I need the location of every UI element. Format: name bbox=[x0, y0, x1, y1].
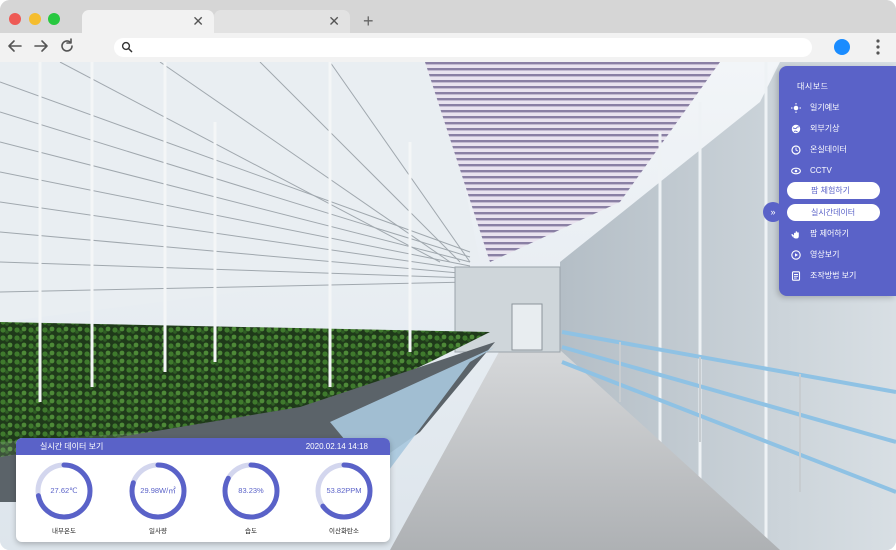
menu-item-label: 팜 제어하기 bbox=[810, 229, 850, 238]
gauge-value: 53.82PPM bbox=[326, 486, 362, 495]
profile-icon[interactable] bbox=[834, 39, 850, 55]
gauge-label: 일사량 bbox=[149, 528, 167, 535]
gauge-label: 내부온도 bbox=[52, 528, 76, 535]
menu-item-label: 조작방법 보기 bbox=[810, 271, 857, 280]
clock-icon bbox=[791, 145, 801, 155]
pill-label: 팜 체험하기 bbox=[811, 186, 851, 195]
menu-item-video[interactable]: 영상보기 bbox=[791, 247, 887, 263]
address-input[interactable] bbox=[138, 38, 802, 59]
maximize-window-button[interactable] bbox=[48, 13, 60, 25]
minimize-window-button[interactable] bbox=[29, 13, 41, 25]
gauge-label: 습도 bbox=[245, 528, 257, 535]
panel-timestamp: 2020.02.14 14:18 bbox=[305, 442, 368, 451]
farm-experience-button[interactable]: 팜 체험하기 bbox=[787, 182, 880, 199]
play-icon bbox=[791, 250, 801, 260]
menu-item-controls-guide[interactable]: 조작방법 보기 bbox=[791, 268, 887, 284]
menu-item-label: 외부기상 bbox=[810, 124, 840, 133]
pill-label: 실시간데이터 bbox=[811, 208, 856, 217]
address-bar[interactable] bbox=[114, 38, 812, 59]
menu-item-farm-control[interactable]: 팜 제어하기 bbox=[791, 226, 887, 242]
tab-close-icon[interactable]: ✕ bbox=[192, 13, 204, 29]
page-viewport: 대시보드 일기예보 외부기상 온실데이터 CCTV 팜 체험하기 실시간데이터 … bbox=[0, 62, 896, 550]
gauge-internal-temperature: 27.62℃ bbox=[34, 461, 94, 521]
browser-tab-1[interactable]: ✕ bbox=[82, 10, 214, 33]
back-arrow-icon[interactable] bbox=[6, 37, 26, 57]
menu-item-cctv[interactable]: CCTV bbox=[791, 163, 887, 179]
menu-item-weather-forecast[interactable]: 일기예보 bbox=[791, 100, 887, 116]
gauge-solar-radiation: 29.98W/㎡ bbox=[128, 461, 188, 521]
reload-icon[interactable] bbox=[58, 37, 78, 57]
gauge-value: 27.62℃ bbox=[50, 486, 78, 495]
menu-item-label: CCTV bbox=[810, 166, 832, 175]
hand-icon bbox=[791, 231, 799, 239]
forward-arrow-icon[interactable] bbox=[32, 37, 52, 57]
panel-header: 실시간 데이터 보기 2020.02.14 14:18 bbox=[16, 438, 390, 455]
dashboard-title: 대시보드 bbox=[797, 82, 829, 91]
browser-tab-2[interactable]: ✕ bbox=[214, 10, 350, 33]
panel-title: 실시간 데이터 보기 bbox=[40, 442, 104, 451]
new-tab-button[interactable]: + bbox=[363, 11, 374, 31]
realtime-data-button[interactable]: 실시간데이터 bbox=[787, 204, 880, 221]
sun-icon bbox=[791, 103, 801, 113]
tab-strip: ✕ ✕ + bbox=[0, 0, 896, 33]
dashboard-menu: 대시보드 일기예보 외부기상 온실데이터 CCTV 팜 체험하기 실시간데이터 … bbox=[779, 66, 896, 296]
close-window-button[interactable] bbox=[9, 13, 21, 25]
realtime-data-panel: 실시간 데이터 보기 2020.02.14 14:18 27.62℃ 내부온도 … bbox=[16, 438, 390, 542]
menu-collapse-button[interactable]: » bbox=[763, 202, 783, 222]
gauge-humidity: 83.23% bbox=[221, 461, 281, 521]
browser-window: ✕ ✕ + 대시보드 일기예보 외부기상 온실데이터 CCTV 팜 체험하기 실… bbox=[0, 0, 896, 550]
gauge-co2: 53.82PPM bbox=[314, 461, 374, 521]
menu-item-label: 온실데이터 bbox=[810, 145, 847, 154]
menu-item-greenhouse-data[interactable]: 온실데이터 bbox=[791, 142, 887, 158]
browser-toolbar bbox=[0, 33, 896, 63]
menu-item-label: 영상보기 bbox=[810, 250, 840, 259]
globe-icon bbox=[791, 124, 801, 134]
gauge-value: 29.98W/㎡ bbox=[140, 486, 176, 495]
kebab-menu-icon[interactable] bbox=[873, 38, 883, 56]
tab-close-icon[interactable]: ✕ bbox=[328, 13, 340, 29]
eye-icon bbox=[791, 167, 801, 175]
menu-item-label: 일기예보 bbox=[810, 103, 840, 112]
menu-item-outdoor-weather[interactable]: 외부기상 bbox=[791, 121, 887, 137]
gauge-label: 이산화탄소 bbox=[329, 528, 359, 535]
gauge-value: 83.23% bbox=[238, 486, 264, 495]
search-icon bbox=[121, 41, 133, 53]
document-icon bbox=[791, 271, 801, 281]
